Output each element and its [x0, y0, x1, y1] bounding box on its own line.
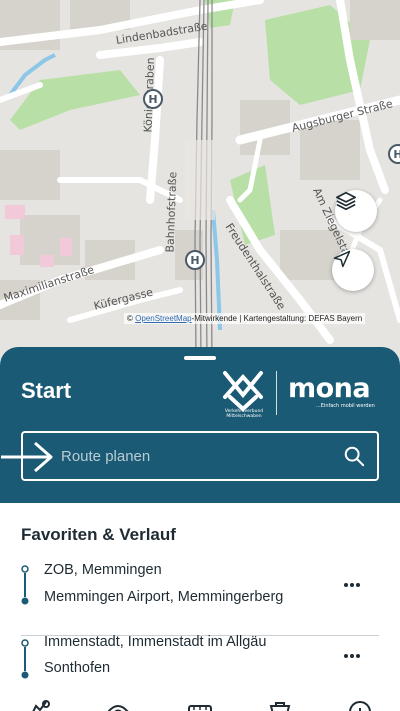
- sheet-header: Start Verkehrsverbund Mittelschwaben mon…: [0, 347, 400, 503]
- locate-button[interactable]: [332, 249, 374, 291]
- logo-divider: [276, 371, 277, 415]
- attribution-text: -Mitwirkende | Kartengestaltung: DEFAS B…: [191, 314, 363, 323]
- mona-logo: mona: [288, 373, 371, 404]
- drag-handle[interactable]: [184, 356, 216, 360]
- route-line-icon: [21, 639, 29, 679]
- info-icon[interactable]: [348, 700, 372, 711]
- route-search-input[interactable]: Route planen: [1, 431, 379, 481]
- shop-icon[interactable]: [268, 700, 292, 711]
- fav-destination: Memmingen Airport, Memmingerberg: [44, 589, 284, 605]
- locate-icon: [333, 250, 351, 268]
- arrow-right-icon: [1, 441, 53, 473]
- page-title: Start: [21, 378, 72, 403]
- osm-link[interactable]: OpenStreetMap: [135, 314, 191, 323]
- bus-stop-icon[interactable]: H: [185, 250, 205, 270]
- layers-icon: [336, 191, 356, 211]
- map-view[interactable]: Lindenbadstraße Königsgraben Bahnhofstra…: [0, 0, 400, 360]
- route-line-icon: [21, 565, 29, 605]
- bus-stop-icon[interactable]: H: [143, 89, 163, 109]
- attribution-copyright: ©: [127, 314, 133, 323]
- more-options-icon[interactable]: [342, 577, 362, 593]
- list-item[interactable]: ZOB, Memmingen Memmingen Airport, Memmin…: [0, 559, 400, 629]
- wifi-icon[interactable]: [106, 700, 130, 711]
- fav-origin: ZOB, Memmingen: [44, 562, 162, 578]
- mona-tagline: ...Einfach mobil werden: [316, 403, 375, 409]
- route-placeholder: Route planen: [61, 447, 151, 465]
- search-icon[interactable]: [343, 445, 365, 467]
- map-canvas: [0, 0, 400, 360]
- bottom-navigation: [0, 690, 400, 711]
- fav-destination: Sonthofen: [44, 660, 111, 676]
- map-attribution: © OpenStreetMap-Mitwirkende | Kartengest…: [124, 313, 366, 324]
- favorites-title: Favoriten & Verlauf: [21, 525, 176, 544]
- ticket-icon[interactable]: [188, 700, 212, 711]
- location-icon[interactable]: [28, 700, 52, 711]
- layers-button[interactable]: [335, 190, 377, 232]
- vmm-logo-text: Verkehrsverbund Mittelschwaben: [224, 409, 264, 419]
- more-options-icon[interactable]: [342, 648, 362, 664]
- fav-origin: Immenstadt, Immenstadt im Allgäu: [44, 634, 267, 650]
- bottom-sheet: Start Verkehrsverbund Mittelschwaben mon…: [0, 347, 400, 711]
